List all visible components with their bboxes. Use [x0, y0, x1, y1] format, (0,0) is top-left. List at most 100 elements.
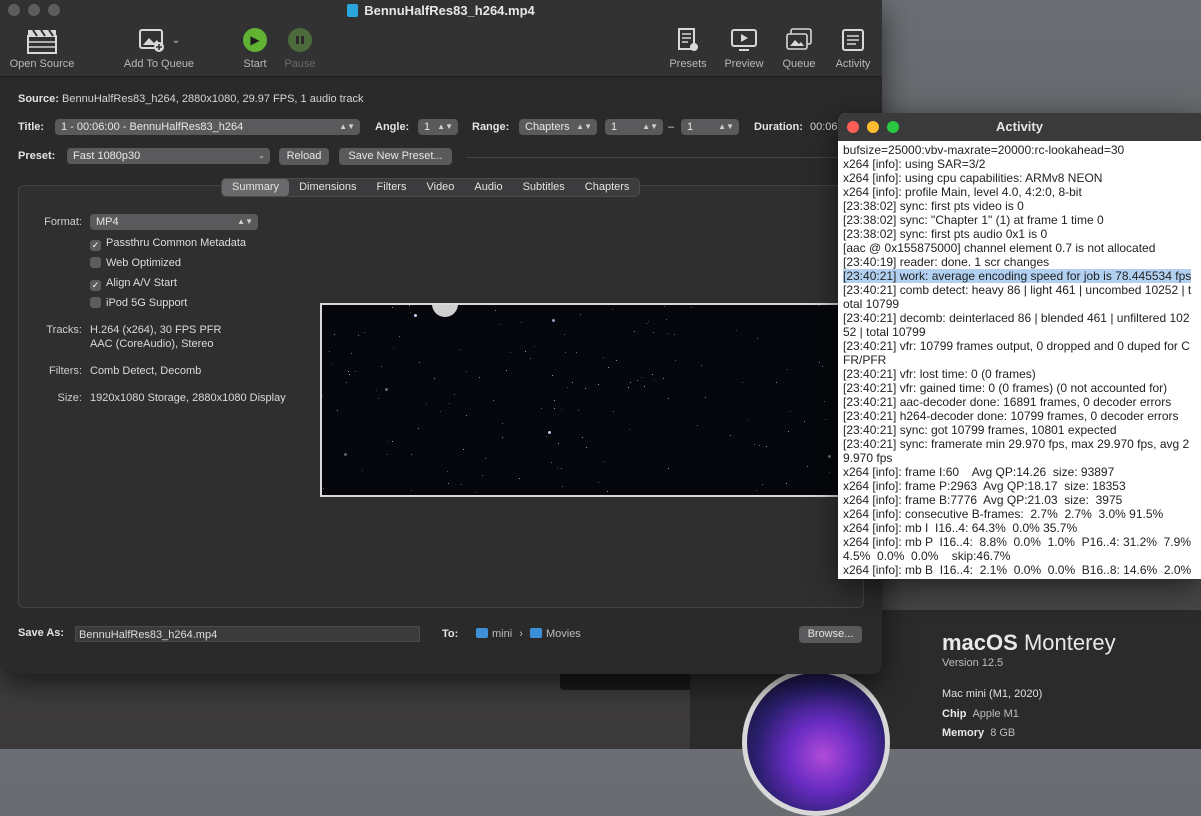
star	[419, 362, 420, 363]
star	[334, 334, 335, 335]
document-icon	[347, 4, 359, 17]
star	[440, 411, 441, 412]
star	[748, 420, 749, 421]
star	[572, 382, 573, 383]
activity-button[interactable]: Activity	[829, 26, 877, 70]
web-optimized-checkbox[interactable]: Web Optimized	[90, 257, 181, 269]
preset-label: Preset:	[18, 150, 56, 162]
preview-image[interactable]	[320, 303, 850, 497]
range-type-select[interactable]: Chapters ▲▼	[519, 119, 597, 135]
passthru-metadata-checkbox[interactable]: ✓ Passthru Common Metadata	[90, 237, 246, 251]
folder-icon	[529, 628, 542, 638]
tab-summary[interactable]: Summary	[222, 179, 290, 196]
log-line: [23:40:21] vfr: gained time: 0 (0 frames…	[843, 381, 1168, 395]
star	[644, 386, 645, 387]
title-select[interactable]: 1 - 00:06:00 - BennuHalfRes83_h264 ▲▼	[55, 119, 360, 135]
star	[562, 486, 563, 487]
star	[448, 483, 449, 484]
tab-filters[interactable]: Filters	[367, 179, 417, 196]
star	[701, 365, 702, 366]
star	[807, 466, 808, 467]
star	[790, 411, 791, 412]
star	[668, 468, 669, 469]
tab-audio[interactable]: Audio	[464, 179, 512, 196]
pause-button[interactable]: Pause	[281, 26, 319, 70]
model-name: Mac mini (M1, 2020)	[942, 688, 1043, 700]
log-line: x264 [info]: frame B:7776 Avg QP:21.03 s…	[843, 493, 1123, 507]
close-button[interactable]	[847, 121, 859, 133]
star	[567, 387, 568, 388]
star	[612, 309, 613, 310]
log-line: [23:40:21] vfr: 10799 frames output, 0 d…	[843, 339, 1190, 367]
log-line: [23:40:21] vfr: lost time: 0 (0 frames)	[843, 367, 1036, 381]
log-line: x264 [info]: using cpu capabilities: ARM…	[843, 171, 1103, 185]
chevron-down-icon[interactable]: ⌄	[172, 35, 180, 46]
activity-log[interactable]: bufsize=25000:vbv-maxrate=20000:rc-looka…	[838, 141, 1201, 577]
updown-chevron-icon: ▲▼	[576, 122, 592, 131]
updown-chevron-icon: ▲▼	[642, 122, 658, 131]
add-photo-icon	[138, 29, 164, 52]
format-select[interactable]: MP4 ▲▼	[90, 214, 258, 230]
star	[561, 468, 562, 469]
align-av-start-checkbox[interactable]: ✓ Align A/V Start	[90, 277, 177, 291]
star	[666, 319, 667, 320]
monitor-icon	[731, 29, 757, 51]
save-as-label: Save As:	[18, 627, 65, 639]
open-source-button[interactable]: Open Source	[6, 26, 78, 70]
log-line: [aac @ 0x155875000] channel element 0.7 …	[843, 241, 1156, 255]
browse-button[interactable]: Browse...	[799, 626, 862, 643]
preview-button[interactable]: Preview	[721, 26, 767, 70]
size-label: Size:	[57, 392, 82, 404]
tracks-value: H.264 (x264), 30 FPS PFR AAC (CoreAudio),…	[90, 324, 222, 350]
reload-button[interactable]: Reload	[279, 148, 329, 165]
tab-video[interactable]: Video	[416, 179, 464, 196]
star	[641, 377, 642, 378]
activity-label: Activity	[835, 58, 871, 70]
destination-path[interactable]: mini › Movies	[476, 628, 581, 640]
tab-chapters[interactable]: Chapters	[575, 179, 640, 196]
save-new-preset-button[interactable]: Save New Preset...	[339, 148, 452, 165]
star	[344, 453, 347, 456]
zoom-button[interactable]	[887, 121, 899, 133]
star	[819, 362, 820, 363]
log-line: [23:40:21] sync: framerate min 29.970 fp…	[843, 437, 1190, 465]
add-to-queue-button[interactable]: ⌄ Add To Queue	[118, 26, 200, 70]
log-line: x264 [info]: mb P I16..4: 8.8% 0.0% 1.0%…	[843, 535, 1198, 563]
star	[351, 353, 352, 354]
star	[530, 358, 531, 359]
presets-button[interactable]: Presets	[665, 26, 711, 70]
star	[332, 363, 333, 364]
minimize-button[interactable]	[867, 121, 879, 133]
settings-tabs: Summary Dimensions Filters Video Audio S…	[221, 178, 641, 197]
log-line: [23:40:21] aac-decoder done: 16891 frame…	[843, 395, 1172, 409]
range-start-select[interactable]: 1 ▲▼	[605, 119, 663, 135]
tab-dimensions[interactable]: Dimensions	[289, 179, 366, 196]
star	[551, 462, 552, 463]
open-source-label: Open Source	[9, 58, 75, 70]
star	[819, 305, 820, 306]
star	[804, 421, 805, 422]
angle-select[interactable]: 1 ▲▼	[418, 119, 458, 135]
ipod-5g-checkbox[interactable]: iPod 5G Support	[90, 297, 187, 309]
range-end-select[interactable]: 1 ▲▼	[681, 119, 739, 135]
star	[608, 367, 609, 368]
log-line: [23:38:02] sync: "Chapter 1" (1) at fram…	[843, 213, 1104, 227]
preset-select[interactable]: Fast 1080p30 ⌄	[67, 148, 270, 164]
updown-chevron-icon: ▲▼	[437, 122, 453, 131]
presets-icon	[678, 28, 698, 51]
star	[392, 441, 393, 442]
angle-label: Angle:	[375, 121, 410, 133]
tab-subtitles[interactable]: Subtitles	[513, 179, 575, 196]
star	[668, 398, 669, 399]
queue-button[interactable]: Queue	[777, 26, 821, 70]
star	[787, 369, 788, 370]
save-filename-field[interactable]: BennuHalfRes83_h264.mp4	[75, 626, 420, 642]
star	[392, 307, 393, 308]
folder-icon	[476, 628, 488, 638]
star	[552, 375, 553, 376]
start-button[interactable]: ▶ Start	[236, 26, 274, 70]
title-label: Title:	[18, 121, 45, 133]
log-line: x264 [info]: profile Main, level 4.0, 4:…	[843, 185, 1082, 199]
star	[460, 349, 461, 350]
updown-chevron-icon: ▲▼	[718, 122, 734, 131]
